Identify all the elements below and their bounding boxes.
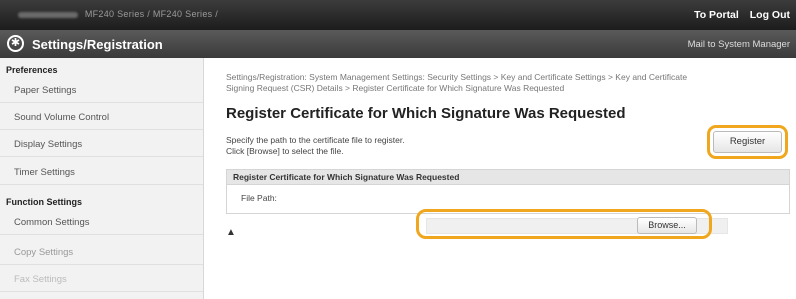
main-content: Settings/Registration: System Management…: [204, 58, 796, 299]
instruction-line-1: Specify the path to the certificate file…: [226, 135, 405, 145]
register-button[interactable]: Register: [713, 131, 782, 153]
top-links: To Portal Log Out: [686, 9, 790, 21]
sidebar-section-function-settings: Function Settings: [6, 197, 82, 207]
top-bar: MF240 Series / MF240 Series / To Portal …: [0, 0, 796, 30]
sidebar-item-sound-volume-control[interactable]: Sound Volume Control: [0, 105, 203, 130]
breadcrumb-line-2: Signing Request (CSR) Details > Register…: [226, 83, 565, 93]
certificate-form: Register Certificate for Which Signature…: [226, 169, 790, 214]
breadcrumb: Settings/Registration: System Management…: [226, 72, 791, 94]
file-path-label: File Path:: [241, 193, 277, 203]
sidebar: Preferences Paper Settings Sound Volume …: [0, 58, 204, 299]
form-header: Register Certificate for Which Signature…: [227, 170, 789, 185]
sidebar-section-preferences: Preferences: [6, 65, 58, 75]
app-title: Settings/Registration: [32, 37, 163, 52]
file-path-highlight-ring: [416, 209, 712, 239]
to-portal-link[interactable]: To Portal: [694, 9, 739, 21]
instruction-line-2: Click [Browse] to select the file.: [226, 146, 344, 156]
device-series: MF240 Series / MF240 Series /: [84, 9, 219, 19]
page-title: Register Certificate for Which Signature…: [226, 105, 626, 122]
mail-to-system-manager-link[interactable]: Mail to System Manager: [688, 39, 790, 50]
sidebar-item-common-settings[interactable]: Common Settings: [0, 210, 203, 235]
sidebar-item-display-settings[interactable]: Display Settings: [0, 132, 203, 157]
instructions: Specify the path to the certificate file…: [226, 135, 405, 157]
back-to-top-icon[interactable]: ▲: [226, 227, 236, 238]
sidebar-item-paper-settings[interactable]: Paper Settings: [0, 78, 203, 103]
sidebar-item-fax-settings[interactable]: Fax Settings: [0, 267, 203, 292]
sidebar-item-copy-settings[interactable]: Copy Settings: [0, 240, 203, 265]
breadcrumb-line-1: Settings/Registration: System Management…: [226, 72, 688, 82]
settings-gear-icon: ✱: [7, 35, 24, 52]
log-out-link[interactable]: Log Out: [750, 9, 790, 21]
device-id-blurred: [18, 11, 78, 18]
page-header: ✱ Settings/Registration Mail to System M…: [0, 30, 796, 58]
device-name: MF240 Series / MF240 Series /: [18, 9, 218, 19]
sidebar-item-timer-settings[interactable]: Timer Settings: [0, 160, 203, 185]
